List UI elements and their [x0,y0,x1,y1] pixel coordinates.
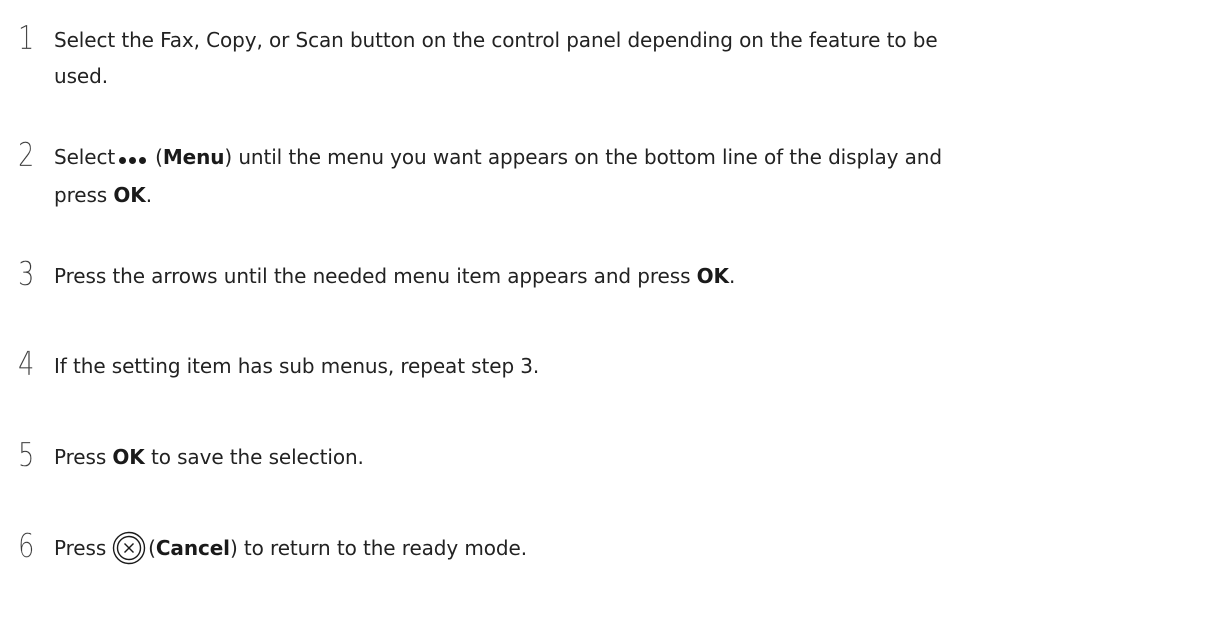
ok-label: OK [112,445,145,469]
step-text: Press (Cancel) to return to the ready mod… [54,528,527,567]
step-text-pre: Press the arrows until the needed menu i… [54,264,697,288]
step-text-pre: press [54,182,114,207]
step-text-line: used. [54,64,108,88]
step-2: 2 Select (Menu) until the menu you want a… [18,135,1188,213]
step-text: Press OK to save the selection. [54,437,364,475]
step-text-line: press OK. [54,177,942,213]
step-number: 2 [18,135,35,174]
step-text-line: Select (Menu) until the menu you want app… [54,139,942,177]
step-number: 6 [18,526,35,565]
ok-label: OK [696,264,729,288]
paren: ( [148,536,156,560]
step-text-post: ) to return to the ready mode. [229,536,527,560]
step-text-post: . [145,182,152,207]
paren: ( [155,145,163,169]
step-text-post: . [728,264,736,288]
more-dots-icon [119,139,149,175]
step-text-pre: Press [54,536,107,560]
step-4: 4 If the setting item has sub menus, rep… [18,344,1188,384]
step-text-pre: Press [54,445,113,469]
step-text-post: to save the selection. [144,445,364,469]
ok-label: OK [113,182,146,207]
step-1: 1 Select the Fax, Copy, or Scan button o… [18,18,1188,94]
step-text: Select the Fax, Copy, or Scan button on … [54,20,938,94]
cancel-circle-icon [112,531,146,564]
step-text-pre: Select [54,145,116,169]
step-number: 5 [18,435,35,474]
step-text-post: ) until the menu you want appears on the… [224,145,942,169]
step-number: 1 [18,18,35,57]
step-number: 3 [18,254,35,293]
step-6: 6 Press (Cancel) to return to the ready m… [18,526,1188,567]
cancel-label: Cancel [155,536,230,560]
step-text: Press the arrows until the needed menu i… [54,256,735,294]
step-text: If the setting item has sub menus, repea… [54,354,540,378]
step-number: 4 [18,344,35,383]
menu-label: Menu [162,145,225,169]
step-5: 5 Press OK to save the selection. [18,435,1188,475]
step-3: 3 Press the arrows until the needed menu… [18,254,1188,294]
step-text: Select (Menu) until the menu you want app… [54,137,942,213]
step-text-line: Select the Fax, Copy, or Scan button on … [54,28,938,52]
